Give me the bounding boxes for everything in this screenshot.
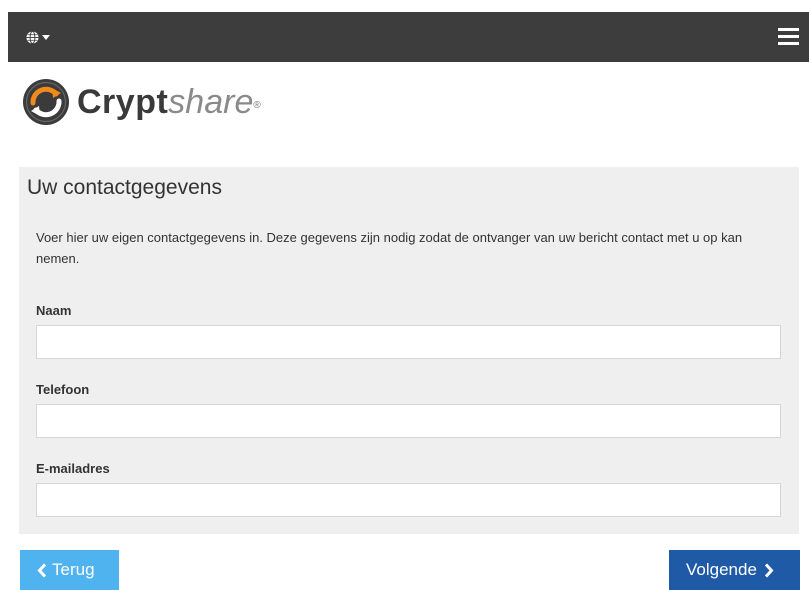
email-input[interactable]	[36, 483, 781, 517]
name-input[interactable]	[36, 325, 781, 359]
next-button-label: Volgende	[686, 560, 757, 579]
cryptshare-logo-icon	[23, 79, 69, 125]
page-title: Uw contactgegevens	[27, 176, 222, 199]
top-navbar	[8, 12, 809, 62]
chevron-left-icon	[37, 562, 47, 578]
next-button[interactable]: Volgende	[669, 550, 800, 590]
cryptshare-logo: Cryptshare®	[22, 78, 261, 126]
hamburger-menu-icon[interactable]	[778, 28, 799, 45]
logo-registered-mark: ®	[253, 100, 261, 111]
phone-label: Telefoon	[36, 382, 90, 397]
globe-icon	[26, 30, 39, 44]
logo-light-text: share	[168, 83, 254, 121]
language-selector[interactable]	[26, 28, 50, 46]
back-button[interactable]: Terug	[20, 550, 119, 590]
form-description: Voer hier uw eigen contactgegevens in. D…	[36, 230, 743, 266]
email-label: E-mailadres	[36, 461, 110, 476]
logo-wordmark: Cryptshare®	[77, 82, 261, 122]
chevron-down-icon	[42, 34, 50, 40]
chevron-right-icon	[764, 562, 774, 578]
name-label: Naam	[36, 303, 72, 318]
contact-details-panel: Uw contactgegevens Voer hier uw eigen co…	[19, 167, 799, 534]
back-button-label: Terug	[52, 560, 95, 579]
phone-input[interactable]	[36, 404, 781, 438]
logo-bold-text: Crypt	[77, 83, 169, 121]
